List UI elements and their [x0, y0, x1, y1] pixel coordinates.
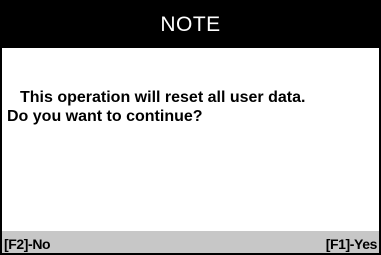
- message-line-1: This operation will reset all user data.: [20, 89, 306, 106]
- no-button[interactable]: [F2]-No: [4, 236, 51, 252]
- yes-button[interactable]: [F1]-Yes: [326, 236, 378, 252]
- dialog-title: NOTE: [160, 13, 221, 36]
- dialog-message: This operation will reset all user data.…: [7, 88, 375, 126]
- message-line-2: Do you want to continue?: [7, 108, 203, 125]
- dialog-footer: [F2]-No [F1]-Yes: [2, 231, 379, 253]
- dialog-title-bar: NOTE: [2, 2, 379, 48]
- reset-confirm-dialog: NOTE This operation will reset all user …: [0, 0, 381, 255]
